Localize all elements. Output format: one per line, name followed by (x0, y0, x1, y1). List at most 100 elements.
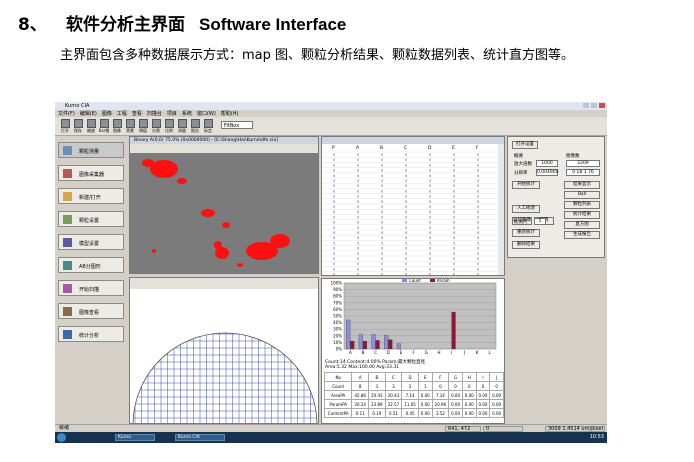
toolbar-button[interactable]: 保存 (72, 119, 84, 133)
toolbar-button[interactable]: 标定 (202, 119, 214, 133)
analysis-button[interactable]: 结果显示 (564, 181, 600, 189)
y-tick-label: 60% (333, 307, 342, 312)
table-cell: 3 (401, 381, 419, 391)
list-cell: 0 (453, 273, 455, 276)
list-cell: 0 (381, 195, 383, 199)
menu-item[interactable]: 文件(F) (58, 110, 75, 117)
analysis-button[interactable]: 直方图 (564, 221, 600, 229)
menu-item[interactable]: 编辑(E) (80, 110, 97, 117)
menu-item[interactable]: 项目 (167, 110, 177, 117)
toolbar-button[interactable]: 背景 (124, 119, 136, 133)
table-header-cell: E (417, 372, 433, 382)
list-cell: 0 (453, 252, 455, 256)
stats-line-2: Area:5.32 Max:100.00 Avg:33.31 (325, 365, 400, 370)
toolbar-button[interactable]: 图像 (111, 119, 123, 133)
image-count-field[interactable]: 2209 (566, 160, 600, 167)
x-tick-label: K (476, 350, 479, 355)
toolbar-button[interactable]: 测量 (176, 119, 188, 133)
analysis-button[interactable]: 统计结果 (564, 211, 600, 219)
list-cell: 0 (429, 247, 431, 251)
x-tick-label: I (451, 350, 452, 355)
maximize-icon[interactable] (591, 103, 597, 108)
analysis-button[interactable]: 人工修改 (512, 205, 540, 213)
list-cell: 0 (429, 158, 431, 162)
sidebar-icon (63, 192, 72, 201)
sidebar-item[interactable]: 颗粒设置 (58, 211, 124, 227)
toolbar-button[interactable]: 打开 (59, 119, 71, 133)
list-cell: 0 (429, 221, 431, 225)
list-cell: 0 (333, 241, 335, 245)
open-settings-button[interactable]: 打开设置 (512, 141, 538, 149)
table-cell: 0.00 (489, 408, 504, 418)
taskbar-item-folder[interactable]: Kurno (115, 434, 155, 441)
analysis-button[interactable]: Ball (564, 191, 600, 199)
menu-item[interactable]: 帮助(H) (221, 110, 239, 117)
map-grid (132, 332, 318, 423)
minimize-icon[interactable] (583, 103, 589, 108)
heading-number: 8、 (18, 15, 47, 35)
sidebar-item[interactable]: 图像查看 (58, 303, 124, 319)
toolbar-button[interactable]: 缩放 (85, 119, 97, 133)
scale-field[interactable]: 5 (534, 218, 546, 225)
toolbar-button-label: 保存 (74, 128, 82, 133)
y-tick-label: 50% (333, 314, 342, 319)
list-scrollbar[interactable] (498, 144, 505, 276)
menu-item[interactable]: 查看 (132, 110, 142, 117)
sidebar-item[interactable]: 颗粒测量 (58, 142, 124, 158)
table-header-cell: F (431, 372, 450, 382)
toolbar-button[interactable]: 报告 (189, 119, 201, 133)
analysis-button[interactable]: 生成报告 (564, 231, 600, 239)
menu-item[interactable]: 系统 (182, 110, 192, 117)
taskbar-clock: 10:53 (589, 434, 604, 440)
sidebar-item[interactable]: 图像采集器 (58, 165, 124, 181)
toolbar-button[interactable]: 阈值 (137, 119, 149, 133)
toolbar-button[interactable]: 比例 (163, 119, 175, 133)
resolution-label: 分辨率 (514, 171, 528, 176)
close-icon[interactable] (599, 103, 605, 108)
list-cell: 0 (381, 189, 383, 193)
sidebar-item[interactable]: 统计分析 (58, 326, 124, 342)
sidebar-item[interactable]: 开始扫描 (58, 280, 124, 296)
position-field[interactable]: 0 18 1 76 (566, 169, 600, 176)
resolution-field[interactable]: 0.004900 (536, 169, 558, 176)
toolbar-icon (164, 119, 174, 128)
sidebar-item[interactable]: 新建/打开 (58, 188, 124, 204)
toolbar-button[interactable]: 分割 (150, 119, 162, 133)
list-cell: 0 (453, 200, 455, 204)
list-cell: 0 (381, 215, 383, 219)
list-cell: 0 (477, 195, 479, 199)
table-cell: 0.00 (489, 390, 504, 400)
magnification-field[interactable]: 1000 (536, 160, 558, 167)
list-cell: 0 (429, 189, 431, 193)
analysis-button[interactable]: 开始统计 (512, 181, 540, 189)
list-cell: 0 (405, 226, 407, 230)
list-cell: 0 (453, 153, 455, 157)
taskbar-item-app[interactable]: Kurno CIA (175, 434, 225, 441)
histogram-bar (350, 340, 355, 350)
menu-item[interactable]: 扫描台 (147, 110, 162, 117)
menu-item[interactable]: 窗口(W) (197, 110, 216, 117)
list-header: E (452, 145, 455, 151)
sidebar-item[interactable]: 模型设置 (58, 234, 124, 250)
analysis-button[interactable]: 颗粒列表 (564, 201, 600, 209)
start-icon[interactable] (57, 433, 66, 442)
table-cell: 0.45 (401, 408, 419, 418)
menu-item[interactable]: 图像 (102, 110, 112, 117)
list-cell: 0 (381, 236, 383, 240)
list-cell: 0 (381, 252, 383, 256)
list-cell: 0 (477, 184, 479, 188)
table-cell: 20.43 (384, 390, 403, 400)
table-row: ContentPA 0.11 0.19 0.51 0.45 0.00 3.52 0.00 0.0… (323, 408, 504, 418)
toolbar-icon (60, 119, 70, 128)
analysis-button[interactable]: 重新统计 (512, 229, 540, 237)
list-cell: 0 (429, 210, 431, 214)
list-cell: 0 (357, 189, 359, 193)
list-cell: 0 (357, 210, 359, 214)
toolbar-button[interactable]: Kar格 (98, 119, 110, 133)
analysis-button[interactable]: 删除结果 (512, 241, 540, 249)
sidebar-item[interactable]: AB分图形 (58, 257, 124, 273)
list-cell: 0 (333, 267, 335, 271)
menu-item[interactable]: 工程 (117, 110, 127, 117)
table-cell: 0.51 (384, 408, 403, 418)
zoom-select[interactable]: FitBox (221, 121, 253, 129)
